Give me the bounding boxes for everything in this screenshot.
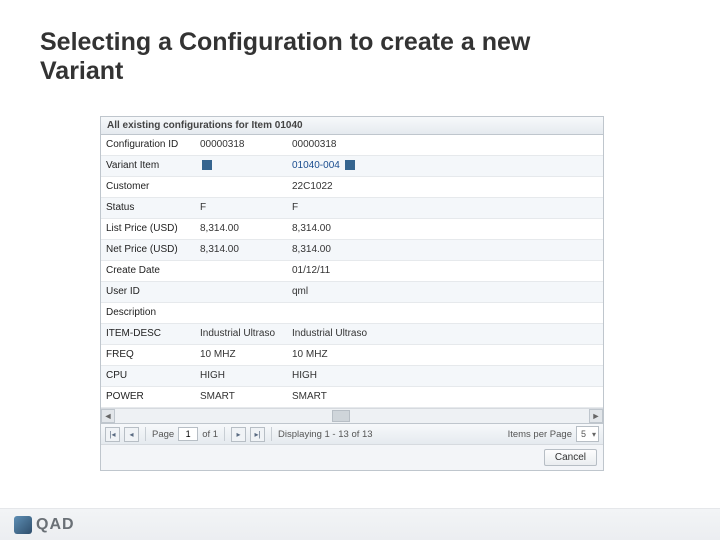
config-panel: All existing configurations for Item 010… [100, 116, 604, 471]
config-cell[interactable]: 10 MHZ [195, 345, 287, 366]
first-page-button[interactable]: |◂ [105, 427, 120, 442]
config-cell-empty [379, 282, 603, 303]
page-title: Selecting a Configuration to create a ne… [40, 28, 600, 86]
config-cell[interactable]: 10 MHZ [287, 345, 379, 366]
config-cell[interactable]: SMART [287, 387, 379, 408]
row-label: Customer [101, 177, 195, 198]
brand-text: QAD [36, 516, 75, 534]
config-cell[interactable]: Industrial Ultraso [195, 324, 287, 345]
page-label: Page [152, 429, 174, 440]
config-cell-empty [379, 177, 603, 198]
config-cell[interactable] [195, 261, 287, 282]
config-cell[interactable] [287, 303, 379, 324]
config-cell[interactable]: SMART [195, 387, 287, 408]
config-cell[interactable] [195, 282, 287, 303]
config-cell[interactable]: 8,314.00 [287, 240, 379, 261]
brand-bar: QAD [0, 508, 720, 540]
row-label: CPU [101, 366, 195, 387]
row-label: List Price (USD) [101, 219, 195, 240]
panel-title: All existing configurations for Item 010… [101, 117, 603, 135]
pager-bar: |◂ ◂ Page of 1 ▸ ▸| Displaying 1 - 13 of… [101, 423, 603, 444]
config-cell-empty [379, 261, 603, 282]
horizontal-scrollbar[interactable]: ◄ ► [101, 408, 603, 423]
prev-page-button[interactable]: ◂ [124, 427, 139, 442]
config-cell[interactable]: 8,314.00 [195, 240, 287, 261]
config-cell-empty [379, 135, 603, 156]
items-per-page-select[interactable]: 5 [576, 426, 599, 442]
row-label: Net Price (USD) [101, 240, 195, 261]
config-cell[interactable] [195, 177, 287, 198]
config-cell-empty [379, 219, 603, 240]
config-cell[interactable]: qml [287, 282, 379, 303]
config-cell[interactable]: 00000318 [287, 135, 379, 156]
qad-logo-icon [14, 516, 32, 534]
row-label: Status [101, 198, 195, 219]
button-bar: Cancel [101, 444, 603, 470]
config-cell[interactable] [195, 156, 287, 177]
scroll-right-icon[interactable]: ► [589, 409, 603, 423]
config-cell[interactable] [195, 303, 287, 324]
last-page-button[interactable]: ▸| [250, 427, 265, 442]
config-cell[interactable]: 8,314.00 [195, 219, 287, 240]
row-label: User ID [101, 282, 195, 303]
config-grid: Configuration ID0000031800000318Variant … [101, 135, 603, 408]
config-cell[interactable]: HIGH [195, 366, 287, 387]
scroll-thumb[interactable] [332, 410, 350, 422]
display-range-label: Displaying 1 - 13 of 13 [278, 429, 373, 440]
config-cell-empty [379, 366, 603, 387]
config-cell-empty [379, 345, 603, 366]
config-cell[interactable]: 01/12/11 [287, 261, 379, 282]
config-cell[interactable]: 22C1022 [287, 177, 379, 198]
config-cell-empty [379, 387, 603, 408]
row-label: Create Date [101, 261, 195, 282]
page-number-input[interactable] [178, 427, 198, 441]
variant-item-link[interactable]: 01040-004 [292, 160, 340, 171]
config-cell[interactable]: F [287, 198, 379, 219]
row-label: ITEM-DESC [101, 324, 195, 345]
config-cell-empty [379, 198, 603, 219]
cancel-button[interactable]: Cancel [544, 449, 597, 466]
config-cell[interactable]: HIGH [287, 366, 379, 387]
row-label: Description [101, 303, 195, 324]
page-of-label: of 1 [202, 429, 218, 440]
items-per-page-label: Items per Page [508, 429, 572, 440]
config-cell-empty [379, 303, 603, 324]
config-cell[interactable]: 8,314.00 [287, 219, 379, 240]
row-label: POWER [101, 387, 195, 408]
config-cell-empty [379, 240, 603, 261]
row-label: Configuration ID [101, 135, 195, 156]
config-cell-empty [379, 324, 603, 345]
config-cell[interactable]: Industrial Ultraso [287, 324, 379, 345]
row-label: Variant Item [101, 156, 195, 177]
config-cell[interactable]: 00000318 [195, 135, 287, 156]
variant-link-icon[interactable] [202, 160, 212, 170]
next-page-button[interactable]: ▸ [231, 427, 246, 442]
row-label: FREQ [101, 345, 195, 366]
variant-link-icon[interactable] [345, 160, 355, 170]
config-cell-empty [379, 156, 603, 177]
config-cell[interactable]: 01040-004 [287, 156, 379, 177]
config-cell[interactable]: F [195, 198, 287, 219]
scroll-left-icon[interactable]: ◄ [101, 409, 115, 423]
